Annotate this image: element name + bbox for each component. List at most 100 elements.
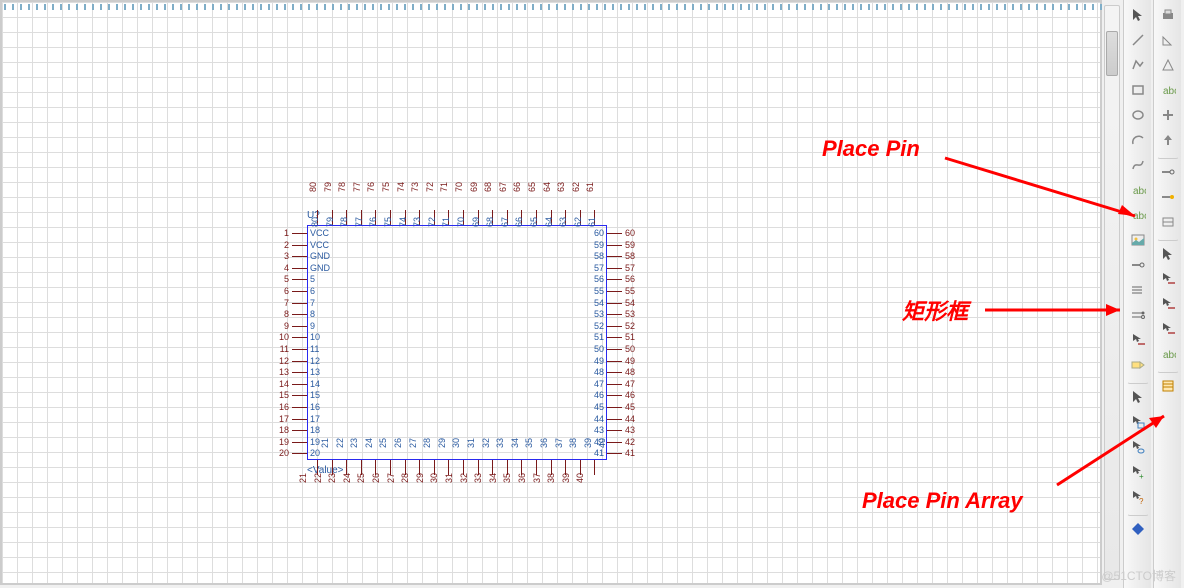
pin-43[interactable]: 4343 — [607, 425, 622, 436]
pin-name: GND — [310, 263, 330, 273]
rect-button[interactable] — [1126, 78, 1150, 102]
pin-68[interactable]: 6868 — [487, 210, 498, 225]
pin-16[interactable]: 1616 — [292, 402, 307, 413]
pointer-button[interactable] — [1156, 242, 1180, 266]
triangle-button[interactable] — [1156, 53, 1180, 77]
pin-69[interactable]: 6969 — [473, 210, 484, 225]
pin-7[interactable]: 77 — [292, 298, 307, 309]
pin-3[interactable]: 3GND — [292, 251, 307, 262]
pin-45[interactable]: 4545 — [607, 402, 622, 413]
pin-12[interactable]: 1212 — [292, 356, 307, 367]
component-body[interactable] — [307, 225, 607, 460]
pin-62[interactable]: 6262 — [575, 210, 586, 225]
pin-71[interactable]: 7171 — [443, 210, 454, 225]
pin-9[interactable]: 99 — [292, 321, 307, 332]
pin-75[interactable]: 7575 — [385, 210, 396, 225]
pin-61[interactable]: 6161 — [589, 210, 600, 225]
pin-58[interactable]: 5858 — [607, 251, 622, 262]
pin-44[interactable]: 4444 — [607, 414, 622, 425]
pin-6[interactable]: 66 — [292, 286, 307, 297]
angle-button[interactable] — [1156, 28, 1180, 52]
pin-76[interactable]: 7676 — [370, 210, 381, 225]
pin-53[interactable]: 5353 — [607, 309, 622, 320]
pin-name: 28 — [422, 438, 432, 458]
pin-70[interactable]: 7070 — [458, 210, 469, 225]
pin-1[interactable]: 1VCC — [292, 228, 307, 239]
pin-55[interactable]: 5555 — [607, 286, 622, 297]
pin-65[interactable]: 6565 — [531, 210, 542, 225]
pin-41[interactable]: 4141 — [607, 448, 622, 459]
pin-bus-button[interactable] — [1126, 278, 1150, 302]
net-button[interactable] — [1126, 328, 1150, 352]
c-pin-button[interactable] — [1156, 185, 1180, 209]
pin-number: 50 — [625, 344, 635, 354]
pin-42[interactable]: 4242 — [607, 437, 622, 448]
net-cursor-button[interactable] — [1156, 267, 1180, 291]
pin-14[interactable]: 1414 — [292, 379, 307, 390]
pin-51[interactable]: 5151 — [607, 332, 622, 343]
pin-73[interactable]: 7373 — [414, 210, 425, 225]
pin-79[interactable]: 7979 — [327, 210, 338, 225]
pin-74[interactable]: 7474 — [400, 210, 411, 225]
poly-button[interactable] — [1126, 53, 1150, 77]
pin-60[interactable]: 6060 — [607, 228, 622, 239]
pin-49[interactable]: 4949 — [607, 356, 622, 367]
pin-46[interactable]: 4646 — [607, 390, 622, 401]
pin-52[interactable]: 5252 — [607, 321, 622, 332]
pin-13[interactable]: 1313 — [292, 367, 307, 378]
pin-15[interactable]: 1515 — [292, 390, 307, 401]
pin-72[interactable]: 7272 — [429, 210, 440, 225]
pin-19[interactable]: 1919 — [292, 437, 307, 448]
pin-66[interactable]: 6666 — [516, 210, 527, 225]
pin-8[interactable]: 88 — [292, 309, 307, 320]
pin-67[interactable]: 6767 — [502, 210, 513, 225]
pin-56[interactable]: 5656 — [607, 274, 622, 285]
pin-50[interactable]: 5050 — [607, 344, 622, 355]
pin-11[interactable]: 1111 — [292, 344, 307, 355]
port-button[interactable] — [1126, 353, 1150, 377]
cursor2-button[interactable] — [1126, 385, 1150, 409]
text-cursor-button[interactable]: abc — [1156, 342, 1180, 366]
pin-18[interactable]: 1818 — [292, 425, 307, 436]
wire-cursor-button[interactable] — [1156, 292, 1180, 316]
diamond-button[interactable] — [1126, 517, 1150, 541]
pin-57[interactable]: 5757 — [607, 263, 622, 274]
print-button[interactable] — [1156, 3, 1180, 27]
pin-17[interactable]: 1717 — [292, 414, 307, 425]
pin-80[interactable]: 8080 — [312, 210, 323, 225]
plus-button[interactable] — [1156, 103, 1180, 127]
pin-63[interactable]: 6363 — [560, 210, 571, 225]
image-button[interactable] — [1126, 228, 1150, 252]
pin-48[interactable]: 4848 — [607, 367, 622, 378]
pin-name: 8 — [310, 309, 315, 319]
pin-number: 67 — [498, 172, 508, 192]
pin-78[interactable]: 7878 — [341, 210, 352, 225]
pin-name: 72 — [427, 207, 437, 227]
pin-64[interactable]: 6464 — [546, 210, 557, 225]
pin-4[interactable]: 4GND — [292, 263, 307, 274]
pin-name: 52 — [594, 321, 604, 331]
cursor-button[interactable] — [1126, 3, 1150, 27]
vertical-scrollbar[interactable] — [1104, 5, 1120, 580]
oval-button[interactable] — [1126, 103, 1150, 127]
pin-single-button[interactable] — [1126, 253, 1150, 277]
line-button[interactable] — [1126, 28, 1150, 52]
pin-59[interactable]: 5959 — [607, 240, 622, 251]
pin-5[interactable]: 55 — [292, 274, 307, 285]
pin-40[interactable]: 4040 — [589, 460, 600, 475]
pin-2[interactable]: 2VCC — [292, 240, 307, 251]
pin-54[interactable]: 5454 — [607, 298, 622, 309]
pin-name: 30 — [451, 438, 461, 458]
param-button[interactable] — [1156, 210, 1180, 234]
text-lbl-button[interactable]: abc — [1156, 78, 1180, 102]
pin-47[interactable]: 4747 — [607, 379, 622, 390]
pin-20[interactable]: 2020 — [292, 448, 307, 459]
bus-cursor-button[interactable] — [1156, 317, 1180, 341]
pin-array-button[interactable] — [1156, 374, 1180, 398]
pin-77[interactable]: 7777 — [356, 210, 367, 225]
pin-button[interactable] — [1156, 160, 1180, 184]
pin-10[interactable]: 1010 — [292, 332, 307, 343]
scrollbar-thumb[interactable] — [1106, 31, 1118, 76]
pin-name: 69 — [471, 207, 481, 227]
arrow-up-button[interactable] — [1156, 128, 1180, 152]
